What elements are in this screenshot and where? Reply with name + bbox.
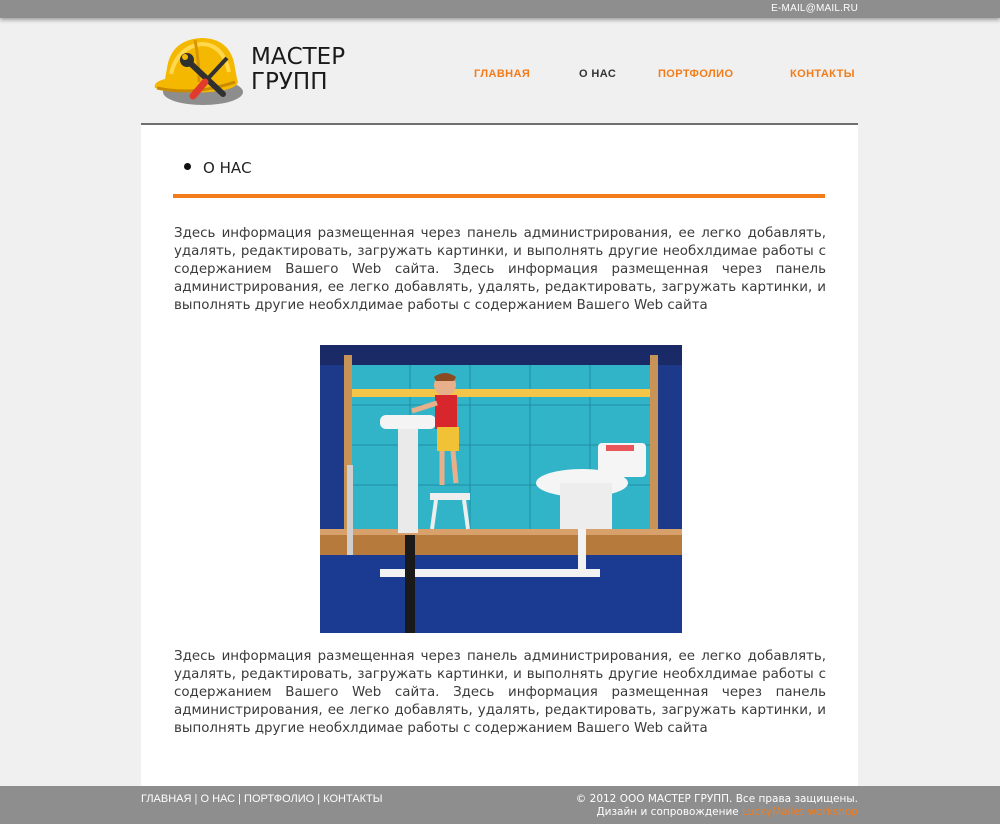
top-bar: E-MAIL@MAIL.RU <box>0 0 1000 18</box>
footer-link-contacts[interactable]: КОНТАКТЫ <box>323 793 382 805</box>
footer-credit-prefix: Дизайн и сопровождение <box>596 806 743 818</box>
intro-paragraph: Здесь информация размещенная через панел… <box>174 226 826 313</box>
footer-separator: | <box>235 793 245 805</box>
footer-info: © 2012 ООО МАСТЕР ГРУПП. Все права защищ… <box>576 793 858 819</box>
footer-link-home[interactable]: ГЛАВНАЯ <box>141 793 191 805</box>
brand-line-2: ГРУПП <box>251 69 328 95</box>
section-heading: О НАС <box>184 159 252 177</box>
brand-line-1: МАСТЕР <box>251 44 346 70</box>
bullet-icon <box>184 163 191 170</box>
footer-nav: ГЛАВНАЯ | О НАС | ПОРТФОЛИО | КОНТАКТЫ <box>141 793 383 805</box>
bathroom-photo <box>320 345 682 633</box>
nav-contacts[interactable]: КОНТАКТЫ <box>790 68 855 80</box>
footer-credit: Дизайн и сопровождение LuckyMallet works… <box>576 806 858 819</box>
footer-credit-link[interactable]: LuckyMallet workshop <box>742 806 858 818</box>
footer-link-portfolio[interactable]: ПОРТФОЛИО <box>244 793 314 805</box>
hardhat-logo-icon[interactable] <box>149 30 245 106</box>
main-content: О НАС Здесь информация размещенная через… <box>141 125 858 786</box>
section-title: О НАС <box>203 159 252 177</box>
site-footer: ГЛАВНАЯ | О НАС | ПОРТФОЛИО | КОНТАКТЫ ©… <box>0 786 1000 824</box>
header-email[interactable]: E-MAIL@MAIL.RU <box>771 3 858 14</box>
footer-separator: | <box>314 793 324 805</box>
footer-link-about[interactable]: О НАС <box>200 793 235 805</box>
body-paragraph: Здесь информация размещенная через панел… <box>174 649 826 736</box>
section-divider <box>173 194 825 198</box>
footer-copyright: © 2012 ООО МАСТЕР ГРУПП. Все права защищ… <box>575 793 858 805</box>
nav-portfolio[interactable]: ПОРТФОЛИО <box>658 68 733 80</box>
brand-name: МАСТЕР ГРУПП <box>251 45 345 95</box>
site-header: МАСТЕР ГРУПП ГЛАВНАЯ О НАС ПОРТФОЛИО КОН… <box>141 18 858 125</box>
nav-home[interactable]: ГЛАВНАЯ <box>474 68 530 80</box>
nav-about[interactable]: О НАС <box>579 68 616 80</box>
